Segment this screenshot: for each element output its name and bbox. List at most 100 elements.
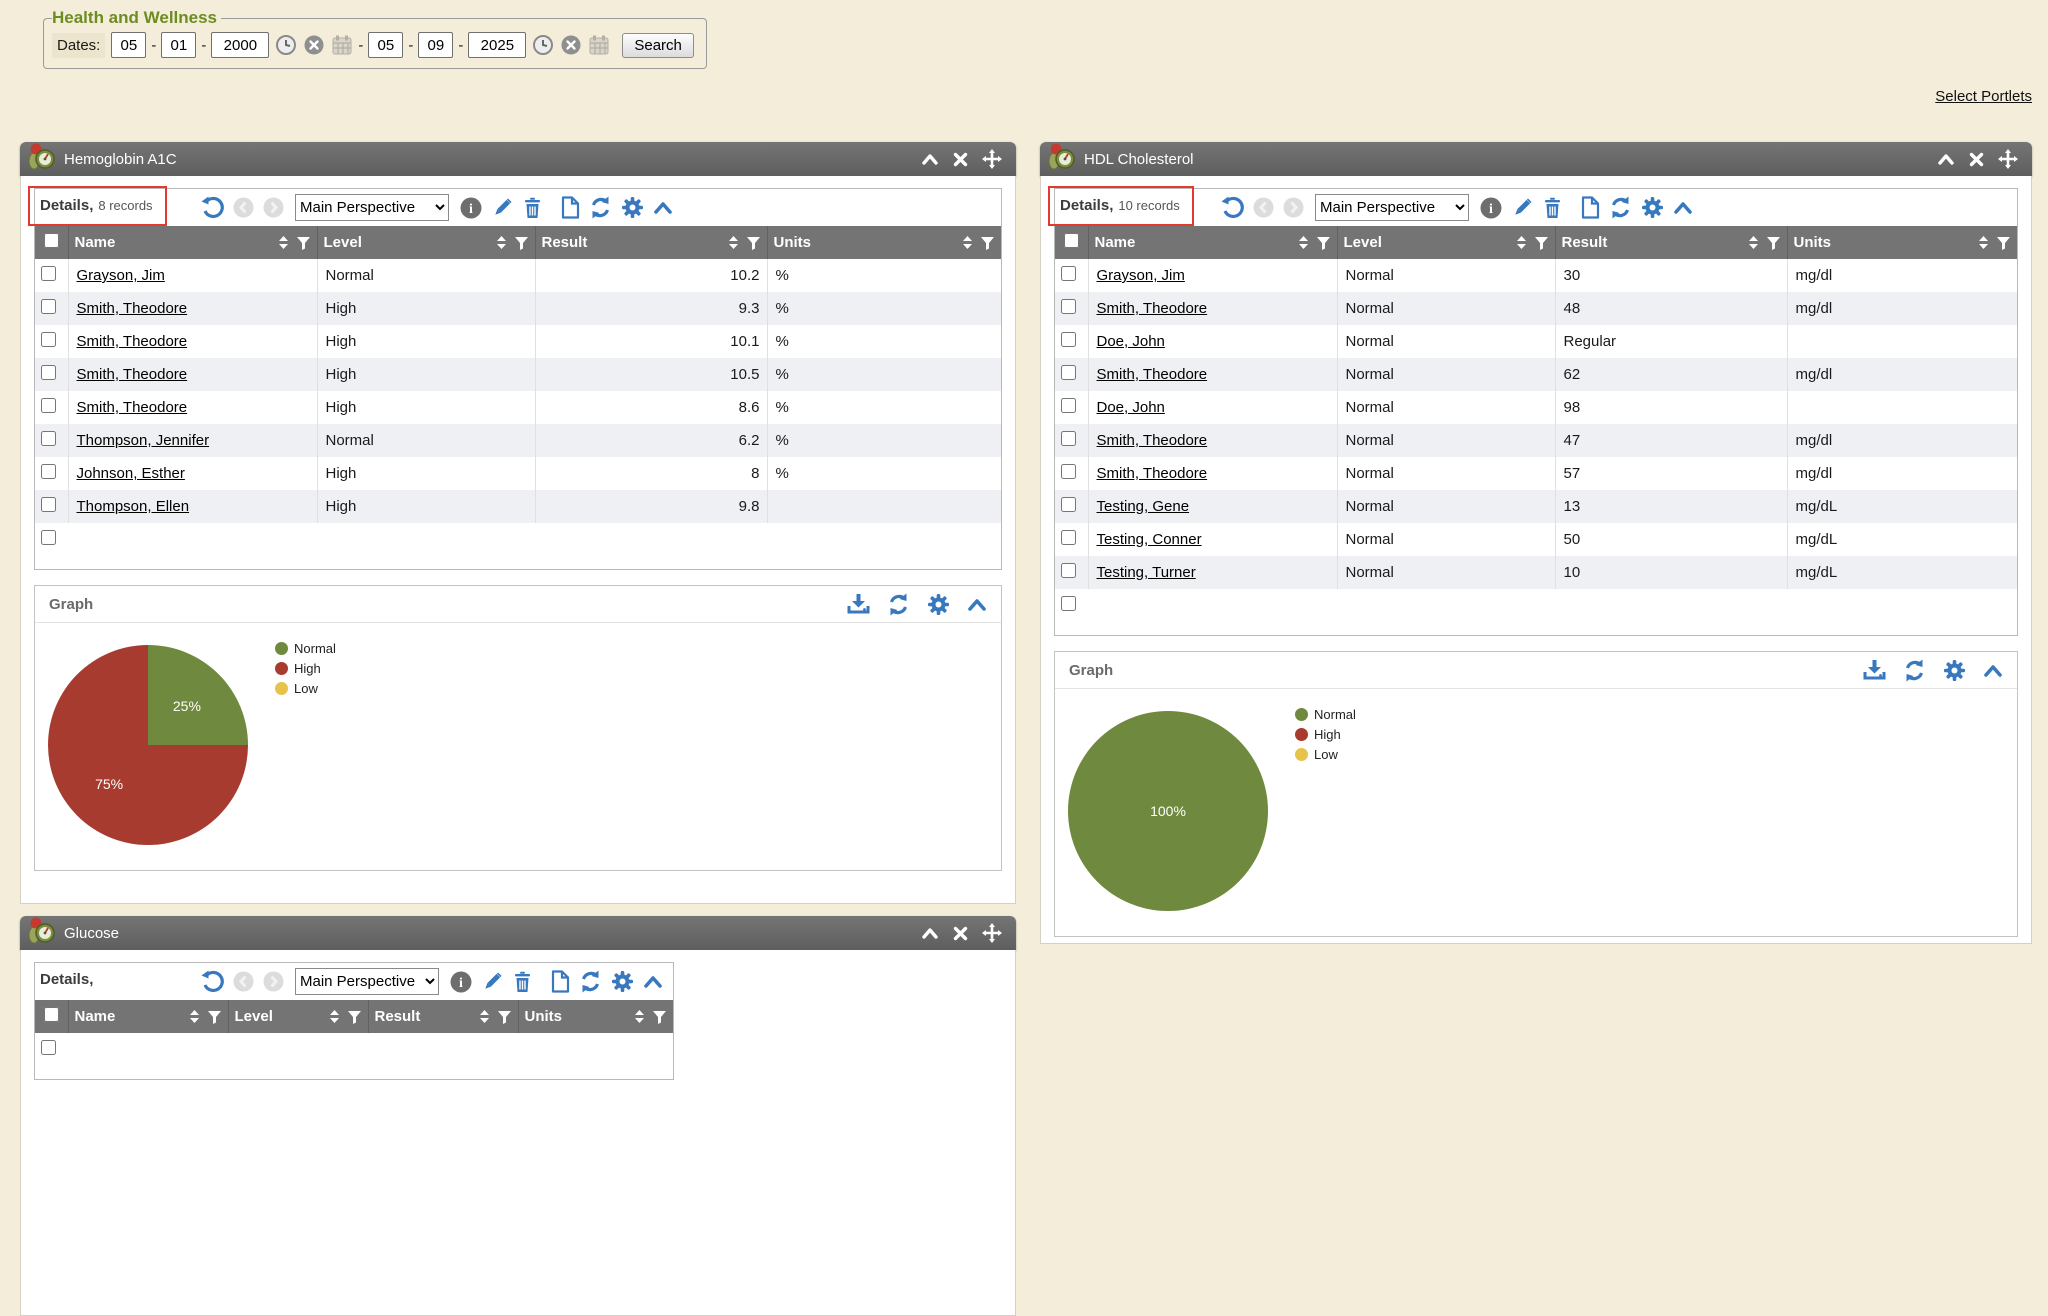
settings-gear-icon[interactable] bbox=[611, 970, 634, 993]
row-checkbox[interactable] bbox=[41, 464, 56, 479]
filter-icon[interactable] bbox=[497, 1010, 512, 1024]
settings-gear-icon[interactable] bbox=[927, 593, 950, 616]
patient-name-link[interactable]: Doe, John bbox=[1097, 333, 1165, 350]
sort-icon[interactable] bbox=[961, 235, 974, 250]
patient-name-link[interactable]: Testing, Gene bbox=[1097, 498, 1190, 515]
patient-name-link[interactable]: Doe, John bbox=[1097, 399, 1165, 416]
to-year-input[interactable] bbox=[468, 32, 526, 58]
delete-trash-icon[interactable] bbox=[1542, 197, 1563, 219]
info-icon[interactable]: i bbox=[1480, 197, 1502, 219]
delete-trash-icon[interactable] bbox=[512, 971, 533, 993]
filter-icon[interactable] bbox=[347, 1010, 362, 1024]
row-checkbox[interactable] bbox=[41, 431, 56, 446]
patient-name-link[interactable]: Smith, Theodore bbox=[77, 399, 188, 416]
perspective-select[interactable]: Main Perspective bbox=[1315, 194, 1469, 221]
move-portlet-icon[interactable] bbox=[982, 149, 1002, 169]
clear-date-icon[interactable] bbox=[303, 34, 325, 56]
close-portlet-icon[interactable] bbox=[953, 152, 968, 167]
row-checkbox[interactable] bbox=[1061, 266, 1076, 281]
settings-gear-icon[interactable] bbox=[1641, 196, 1664, 219]
search-button[interactable]: Search bbox=[622, 33, 694, 58]
patient-name-link[interactable]: Grayson, Jim bbox=[1097, 267, 1185, 284]
row-checkbox[interactable] bbox=[41, 266, 56, 281]
edit-pencil-icon[interactable] bbox=[481, 971, 503, 993]
refresh-icon[interactable] bbox=[589, 196, 612, 219]
sort-icon[interactable] bbox=[1747, 235, 1760, 250]
sort-icon[interactable] bbox=[1977, 235, 1990, 250]
row-checkbox[interactable] bbox=[1061, 431, 1076, 446]
sort-icon[interactable] bbox=[633, 1009, 646, 1024]
download-icon[interactable] bbox=[1863, 659, 1886, 681]
to-day-input[interactable] bbox=[418, 32, 453, 58]
patient-name-link[interactable]: Johnson, Esther bbox=[77, 465, 185, 482]
edit-pencil-icon[interactable] bbox=[1511, 197, 1533, 219]
row-checkbox[interactable] bbox=[41, 497, 56, 512]
sort-icon[interactable] bbox=[277, 235, 290, 250]
select-portlets-link[interactable]: Select Portlets bbox=[1935, 88, 2032, 105]
row-checkbox[interactable] bbox=[1061, 464, 1076, 479]
undo-icon[interactable] bbox=[1221, 196, 1244, 219]
new-page-icon[interactable] bbox=[551, 970, 570, 993]
row-checkbox[interactable] bbox=[1061, 596, 1076, 611]
refresh-icon[interactable] bbox=[579, 970, 602, 993]
filter-icon[interactable] bbox=[1766, 236, 1781, 250]
sort-icon[interactable] bbox=[478, 1009, 491, 1024]
select-all-checkbox[interactable] bbox=[44, 233, 59, 248]
filter-icon[interactable] bbox=[1996, 236, 2011, 250]
collapse-portlet-icon[interactable] bbox=[921, 926, 939, 940]
from-month-input[interactable] bbox=[111, 32, 146, 58]
move-portlet-icon[interactable] bbox=[1998, 149, 2018, 169]
collapse-graph-icon[interactable] bbox=[1983, 663, 2003, 678]
settings-gear-icon[interactable] bbox=[1943, 659, 1966, 682]
filter-icon[interactable] bbox=[207, 1010, 222, 1024]
delete-trash-icon[interactable] bbox=[522, 197, 543, 219]
patient-name-link[interactable]: Smith, Theodore bbox=[77, 300, 188, 317]
row-checkbox[interactable] bbox=[41, 365, 56, 380]
patient-name-link[interactable]: Smith, Theodore bbox=[1097, 300, 1208, 317]
sort-icon[interactable] bbox=[1515, 235, 1528, 250]
select-all-checkbox[interactable] bbox=[44, 1007, 59, 1022]
filter-icon[interactable] bbox=[296, 236, 311, 250]
row-checkbox[interactable] bbox=[1061, 497, 1076, 512]
row-checkbox[interactable] bbox=[1061, 530, 1076, 545]
patient-name-link[interactable]: Smith, Theodore bbox=[77, 333, 188, 350]
patient-name-link[interactable]: Grayson, Jim bbox=[77, 267, 165, 284]
close-portlet-icon[interactable] bbox=[953, 926, 968, 941]
to-month-input[interactable] bbox=[368, 32, 403, 58]
filter-icon[interactable] bbox=[1316, 236, 1331, 250]
sort-icon[interactable] bbox=[328, 1009, 341, 1024]
filter-icon[interactable] bbox=[1534, 236, 1549, 250]
undo-icon[interactable] bbox=[201, 196, 224, 219]
refresh-icon[interactable] bbox=[1903, 659, 1926, 682]
new-page-icon[interactable] bbox=[1581, 196, 1600, 219]
patient-name-link[interactable]: Thompson, Jennifer bbox=[77, 432, 210, 449]
close-portlet-icon[interactable] bbox=[1969, 152, 1984, 167]
from-day-input[interactable] bbox=[161, 32, 196, 58]
patient-name-link[interactable]: Smith, Theodore bbox=[1097, 432, 1208, 449]
row-checkbox[interactable] bbox=[41, 398, 56, 413]
row-checkbox[interactable] bbox=[1061, 365, 1076, 380]
filter-icon[interactable] bbox=[652, 1010, 667, 1024]
row-checkbox[interactable] bbox=[41, 1040, 56, 1055]
calendar-icon[interactable] bbox=[588, 34, 610, 56]
calendar-icon[interactable] bbox=[331, 34, 353, 56]
collapse-portlet-icon[interactable] bbox=[921, 152, 939, 166]
refresh-icon[interactable] bbox=[1609, 196, 1632, 219]
clear-date-icon[interactable] bbox=[560, 34, 582, 56]
patient-name-link[interactable]: Testing, Turner bbox=[1097, 564, 1196, 581]
edit-pencil-icon[interactable] bbox=[491, 197, 513, 219]
sort-icon[interactable] bbox=[727, 235, 740, 250]
patient-name-link[interactable]: Smith, Theodore bbox=[1097, 465, 1208, 482]
sort-icon[interactable] bbox=[1297, 235, 1310, 250]
filter-icon[interactable] bbox=[746, 236, 761, 250]
filter-icon[interactable] bbox=[980, 236, 995, 250]
collapse-details-icon[interactable] bbox=[1673, 200, 1693, 215]
info-icon[interactable]: i bbox=[460, 197, 482, 219]
info-icon[interactable]: i bbox=[450, 971, 472, 993]
row-checkbox[interactable] bbox=[1061, 332, 1076, 347]
filter-icon[interactable] bbox=[514, 236, 529, 250]
collapse-graph-icon[interactable] bbox=[967, 597, 987, 612]
patient-name-link[interactable]: Smith, Theodore bbox=[77, 366, 188, 383]
refresh-icon[interactable] bbox=[887, 593, 910, 616]
clock-icon[interactable] bbox=[532, 34, 554, 56]
